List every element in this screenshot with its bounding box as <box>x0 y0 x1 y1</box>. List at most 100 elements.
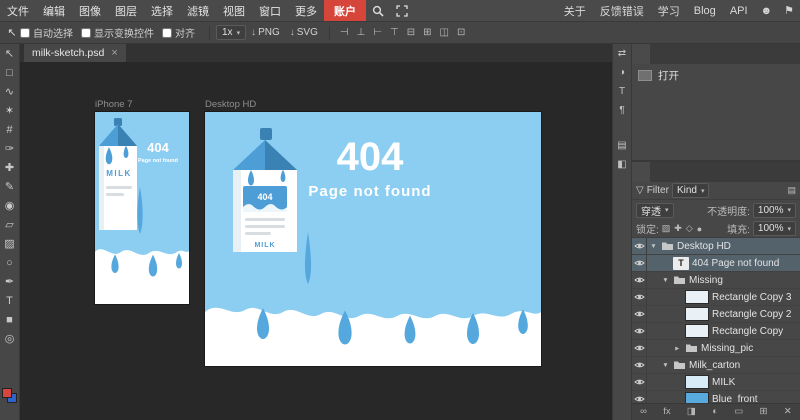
eraser-tool[interactable]: ▱ <box>0 216 20 235</box>
eyedropper-tool[interactable]: ✑ <box>0 140 20 159</box>
delete-layer-icon[interactable]: ✕ <box>784 407 792 417</box>
marquee-tool[interactable]: □ <box>0 64 20 83</box>
type-tool[interactable]: T <box>0 292 20 311</box>
close-icon[interactable]: × <box>111 47 117 59</box>
lock-all-icon[interactable]: ● <box>697 224 702 234</box>
gradient-tool[interactable]: ▨ <box>0 235 20 254</box>
visibility-eye-icon[interactable] <box>632 306 647 322</box>
lock-pixels-icon[interactable]: ✚ <box>674 223 682 234</box>
menu-link[interactable]: API <box>723 0 755 21</box>
artboard-desktop[interactable]: 404 MILK 404 Page not found <box>205 112 541 366</box>
user-icon[interactable]: ☻ <box>755 0 779 21</box>
layer-row[interactable]: ▼ T MILK <box>632 374 800 391</box>
menu-item[interactable]: 编辑 <box>36 0 72 21</box>
export-button[interactable]: ↓ PNG <box>246 27 285 38</box>
foreground-color-swatch[interactable] <box>2 388 12 398</box>
adjustments-panel-icon[interactable]: ◑ <box>619 68 625 78</box>
visibility-eye-icon[interactable] <box>632 272 647 288</box>
align-bottom-icon[interactable]: ⊞ <box>419 27 435 38</box>
menu-link[interactable]: Blog <box>687 0 723 21</box>
document-tab[interactable]: milk-sketch.psd × <box>24 44 126 62</box>
layer-row[interactable]: ▼ T Blue_front <box>632 391 800 403</box>
expand-collapse-icon[interactable]: ▼ <box>661 362 670 369</box>
layer-row[interactable]: ▼ T 404 Page not found <box>632 255 800 272</box>
layer-row[interactable]: ▼ T Milk_carton <box>632 357 800 374</box>
clone-stamp-tool[interactable]: ◉ <box>0 197 20 216</box>
menu-item[interactable]: 窗口 <box>252 0 288 21</box>
align-center-horizontal-icon[interactable]: ⊥ <box>353 27 370 38</box>
menu-item[interactable]: 图像 <box>72 0 108 21</box>
layer-row[interactable]: ▼ T Rectangle Copy 2 <box>632 306 800 323</box>
account-button[interactable]: 账户 <box>324 0 366 21</box>
zoom-tool[interactable]: ◎ <box>0 330 20 349</box>
panel-tab[interactable] <box>668 162 686 182</box>
crop-tool[interactable]: # <box>0 121 20 140</box>
character-panel-icon[interactable]: T <box>619 87 625 97</box>
distribute-vertical-icon[interactable]: ⊡ <box>453 27 469 38</box>
lock-position-icon[interactable]: ◇ <box>686 223 693 234</box>
fullscreen-icon[interactable] <box>390 0 414 21</box>
layer-row[interactable]: ▼ T Desktop HD <box>632 238 800 255</box>
opacity-select[interactable]: 100% ▾ <box>753 203 796 218</box>
visibility-eye-icon[interactable] <box>632 374 647 390</box>
toolbar-checkbox[interactable]: 对齐 <box>162 25 195 40</box>
align-middle-icon[interactable]: ⊟ <box>403 27 419 38</box>
layer-row[interactable]: ▼ T Missing_pic <box>632 340 800 357</box>
panel-tab[interactable] <box>650 162 668 182</box>
new-group-icon[interactable]: ▭ <box>734 407 743 417</box>
artboard-label-iphone[interactable]: iPhone 7 <box>95 99 133 110</box>
search-icon[interactable] <box>366 0 390 21</box>
filter-kind-select[interactable]: Kind ▾ <box>672 183 710 198</box>
lasso-tool[interactable]: ∿ <box>0 83 20 102</box>
visibility-eye-icon[interactable] <box>632 391 647 403</box>
link-layers-icon[interactable]: ∞ <box>640 407 647 417</box>
wand-tool[interactable]: ✶ <box>0 102 20 121</box>
properties-panel-icon[interactable]: ⇄ <box>618 49 626 59</box>
navigator-panel-icon[interactable]: ◧ <box>617 160 626 170</box>
visibility-eye-icon[interactable] <box>632 357 647 373</box>
layer-row[interactable]: ▼ T Missing <box>632 272 800 289</box>
shape-tool[interactable]: ■ <box>0 311 20 330</box>
expand-collapse-icon[interactable]: ▼ <box>674 344 681 353</box>
paragraph-panel-icon[interactable]: ¶ <box>619 106 624 116</box>
align-top-icon[interactable]: ⊤ <box>386 27 403 38</box>
artboard-iphone[interactable]: MILK 404 Page not found <box>95 112 189 304</box>
info-panel-icon[interactable]: ▤ <box>617 141 626 151</box>
visibility-eye-icon[interactable] <box>632 323 647 339</box>
zoom-select[interactable]: 1x ▾ <box>216 25 246 40</box>
canvas-area[interactable]: iPhone 7 <box>20 62 612 420</box>
blend-mode-select[interactable]: 穿透 ▾ <box>636 203 674 218</box>
layer-effects-icon[interactable]: fx <box>663 407 670 417</box>
menu-item[interactable]: 视图 <box>216 0 252 21</box>
expand-collapse-icon[interactable]: ▼ <box>661 277 670 284</box>
menu-item[interactable]: 更多 <box>288 0 324 21</box>
menu-item[interactable]: 文件 <box>0 0 36 21</box>
panel-tab[interactable] <box>650 44 668 64</box>
toolbar-checkbox[interactable]: 显示变换控件 <box>81 25 154 40</box>
adjustment-layer-icon[interactable]: ◐ <box>712 407 718 417</box>
menu-item[interactable]: 滤镜 <box>180 0 216 21</box>
blur-tool[interactable]: ○ <box>0 254 20 273</box>
panel-tab[interactable] <box>632 44 650 64</box>
layer-mask-icon[interactable]: ◨ <box>687 407 696 417</box>
toolbar-checkbox[interactable]: 自动选择 <box>20 25 73 40</box>
menu-link[interactable]: 学习 <box>651 0 687 21</box>
align-left-icon[interactable]: ⊣ <box>336 27 353 38</box>
lock-transparency-icon[interactable]: ▨ <box>662 223 671 234</box>
align-right-icon[interactable]: ⊢ <box>369 27 386 38</box>
export-button[interactable]: ↓ SVG <box>285 27 323 38</box>
history-entry[interactable]: 打开 <box>632 66 800 85</box>
layer-row[interactable]: ▼ T Rectangle Copy <box>632 323 800 340</box>
menu-link[interactable]: 关于 <box>557 0 593 21</box>
visibility-eye-icon[interactable] <box>632 255 647 271</box>
expand-collapse-icon[interactable]: ▼ <box>649 243 658 250</box>
checkbox-input[interactable] <box>20 28 30 38</box>
visibility-eye-icon[interactable] <box>632 289 647 305</box>
visibility-eye-icon[interactable] <box>632 340 647 356</box>
layer-row[interactable]: ▼ T Rectangle Copy 3 <box>632 289 800 306</box>
spot-heal-tool[interactable]: ✚ <box>0 159 20 178</box>
flag-icon[interactable]: ⚑ <box>778 0 800 21</box>
move-tool[interactable]: ↖ <box>0 45 20 64</box>
filter-settings-icon[interactable]: ▤ <box>787 185 796 196</box>
artboard-label-desktop[interactable]: Desktop HD <box>205 99 256 110</box>
